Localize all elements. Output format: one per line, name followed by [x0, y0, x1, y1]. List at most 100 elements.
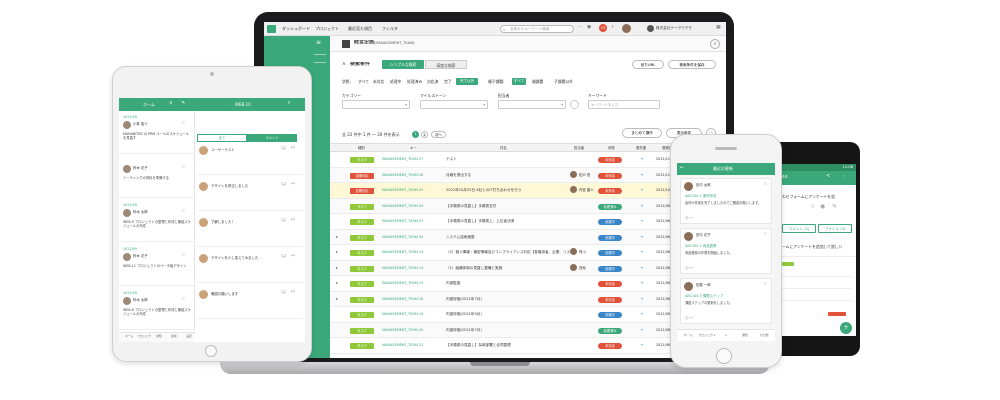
emoji-icon[interactable]: ☺ — [281, 290, 286, 295]
tablet-nav-2[interactable]: 通知 — [152, 334, 166, 339]
table-row[interactable]: タスク MANAGEMENT_TEAM-34 システム技術面整 処理中 → 2021/08… — [330, 229, 726, 245]
issue-key[interactable]: MANAGEMENT_TEAM-14 — [382, 266, 423, 271]
apps-grid-icon[interactable]: ▦ — [716, 25, 721, 30]
expand-chevron-icon[interactable]: ▸ — [336, 265, 338, 270]
table-row[interactable]: タスク MANAGEMENT_TEAM-20 内部評価(2021年7月) 処理済み → 2… — [330, 322, 726, 338]
user-avatar[interactable] — [622, 24, 631, 33]
update-card[interactable]: 佐藤 一郎 ☆ ABC100-3 課題ステップ 課題ステップの更新をしました。 ☺ ↩ — [680, 278, 772, 324]
table-row[interactable]: タスク MANAGEMENT_TEAM-21 【手順書の見直し】採用部署と合同整理 未… — [330, 338, 726, 354]
project-search-icon[interactable]: ⌕ — [710, 39, 720, 49]
share-url-button[interactable]: 絞りURL — [632, 60, 664, 69]
keyword-input[interactable]: キーワードを入力 — [588, 100, 660, 109]
tablet-nav-1[interactable]: プロジェクト — [137, 334, 151, 339]
issue-key[interactable]: MANAGEMENT_TEAM-24 — [382, 204, 423, 209]
page-next[interactable]: 次へ — [431, 131, 446, 138]
nav-recent[interactable]: 最近見た項目 — [348, 26, 372, 31]
nav-dashboard[interactable]: ダッシュボード — [282, 26, 310, 31]
tab-advanced-search[interactable]: 高度な検索 — [425, 60, 467, 69]
android-edit-icon[interactable]: ✎ — [832, 204, 837, 209]
notification-badge[interactable]: 15 — [599, 24, 607, 32]
issue-subject[interactable]: システム技術面整 — [446, 235, 570, 240]
reply-icon[interactable]: ↩ — [291, 254, 295, 259]
table-row[interactable]: タスク MANAGEMENT_TEAM-13 （2）個人情報・機密情報及びコンプライ… — [330, 245, 726, 261]
expand-chevron-icon[interactable]: ▸ — [336, 234, 338, 239]
update-card[interactable]: 田中 太郎 ☆ ABC100-1 素材作成 素材の作成を完了しましたのでご確認お願いし… — [680, 178, 772, 224]
table-row[interactable]: 定期対応 MANAGEMENT_TEAM-25 2021年10月25日 A社とのIT… — [330, 183, 726, 199]
issue-subject[interactable]: テスト — [446, 157, 570, 162]
issue-subject[interactable]: 月報を提出する — [446, 173, 570, 178]
status-opt-open[interactable]: 未対応 — [373, 79, 384, 84]
eye-icon[interactable]: ◉ — [587, 25, 591, 30]
issue-key[interactable]: MANAGEMENT_TEAM-20 — [382, 328, 423, 333]
save-search-button[interactable]: 検索条件を保存 — [668, 60, 716, 69]
issue-subject[interactable]: 内部監査 — [446, 281, 570, 286]
table-row[interactable]: タスク MANAGEMENT_TEAM-24 【手順書の見直し】手順書支付 処理済み →… — [330, 198, 726, 214]
update-card[interactable]: 田中 花子 ☆ ABC100-2 商品登録 商品登録の作業を開始しました。 ☺ ↩ — [680, 228, 772, 274]
issue-key[interactable]: MANAGEMENT_TEAM-21 — [382, 343, 423, 348]
star-icon[interactable]: ☆ — [763, 282, 767, 287]
issue-key[interactable]: MANAGEMENT_TEAM-13 — [382, 250, 423, 255]
nav-filter[interactable]: フィルタ — [382, 26, 398, 31]
tab-comments[interactable]: コメント — [247, 134, 297, 142]
card-key[interactable]: ABC100-3 課題ステップ — [685, 294, 723, 299]
status-opt-not-closed[interactable]: 完了以外 — [456, 78, 478, 85]
status-opt-resolved[interactable]: 処理済み — [407, 79, 422, 84]
table-row[interactable]: タスク MANAGEMENT_TEAM-27 テスト 未対応 → 2021/11/02 — [330, 152, 726, 168]
issue-subject[interactable]: 【手順書の見直し】手順書支付 — [446, 204, 570, 209]
iphone-nav-2[interactable]: + — [717, 333, 735, 338]
reply-icon[interactable]: ↩ — [291, 218, 295, 223]
reply-icon[interactable]: ↩ — [291, 290, 295, 295]
issue-subject[interactable]: 内部評価(2021年7月) — [446, 328, 570, 333]
status-opt-closed[interactable]: 完了 — [444, 79, 452, 84]
tablet-home-button[interactable] — [205, 345, 217, 357]
back-arrow-icon[interactable]: ← — [680, 166, 684, 171]
issue-key[interactable]: MANAGEMENT_TEAM-15 — [382, 281, 423, 286]
filter-milestone-select[interactable]: ▾ — [420, 100, 488, 109]
filter-category-select[interactable]: ▾ — [342, 100, 410, 109]
status-opt-all[interactable]: すべて — [358, 79, 369, 84]
col-type[interactable]: 種別 — [358, 146, 365, 151]
share-icon[interactable]: ⇪ — [287, 101, 291, 106]
reply-icon[interactable]: ↩ — [291, 146, 295, 151]
filter-assignee-select[interactable]: ▾ — [498, 100, 566, 109]
parent-opt-child[interactable]: 子課題以外 — [554, 79, 573, 84]
company-name[interactable]: 株式会社テーラワデモ — [656, 26, 692, 31]
issue-subject[interactable]: 【手順書の見直し】手順書上、上位者決済 — [446, 219, 570, 224]
iphone-nav-1[interactable]: プロジェクト — [698, 333, 716, 338]
menu-icon[interactable]: ≡ — [316, 40, 321, 45]
android-comment-button[interactable]: コメント (2) — [782, 224, 816, 233]
issue-subject[interactable]: 2021年10月25日 A社とのIT打ち合わせを行う — [446, 188, 570, 193]
expand-chevron-icon[interactable]: ▸ — [336, 280, 338, 285]
table-row[interactable]: タスク MANAGEMENT_TEAM-23 【手順書の見直し】手順書上、上位者決済… — [330, 214, 726, 230]
android-star-icon[interactable]: ☆ — [810, 204, 815, 209]
table-row[interactable]: タスク MANAGEMENT_TEAM-14 （1）組織体制の見直し整備と実施 西地 処… — [330, 260, 726, 276]
col-priority[interactable]: 優先度 — [636, 146, 646, 151]
table-row[interactable]: タスクMANAGEMENT_TEAM-15内部監査未対応→2021/08/202… — [330, 276, 726, 292]
star-icon[interactable]: ☆ — [181, 121, 185, 126]
issue-subject[interactable]: 内部評価(2021年9月) — [446, 312, 570, 317]
star-icon[interactable]: ☆ — [181, 297, 185, 302]
iphone-nav-3[interactable]: 通知 — [736, 333, 754, 338]
emoji-icon[interactable]: ☺ — [281, 146, 286, 151]
status-opt-inprogress[interactable]: 処理中 — [390, 79, 401, 84]
collapse-chevron-icon[interactable]: ∧ — [342, 62, 346, 67]
issue-key[interactable]: MANAGEMENT_TEAM-26 — [382, 173, 423, 178]
tab-simple-search[interactable]: シンプルな検索 — [382, 60, 424, 69]
android-file-button[interactable]: ファイル (0) — [818, 224, 852, 233]
star-icon[interactable]: ☆ — [763, 232, 767, 237]
card-key[interactable]: ABC100-1 素材作成 — [685, 194, 716, 199]
col-status[interactable]: 状態 — [608, 146, 615, 151]
star-icon[interactable]: ☆ — [181, 165, 185, 170]
emoji-icon[interactable]: ☺ — [281, 218, 286, 223]
app-logo-icon[interactable] — [267, 25, 276, 33]
nav-projects[interactable]: プロジェクト — [315, 26, 339, 31]
issue-subject[interactable]: 【手順書の見直し】採用部署と合同整理 — [446, 343, 570, 348]
expand-chevron-icon[interactable]: ▸ — [336, 296, 338, 301]
tablet-nav-0[interactable]: ホーム — [122, 334, 136, 339]
tab-all[interactable]: 全て — [197, 134, 247, 142]
col-subject[interactable]: 件名 — [500, 146, 507, 151]
bulk-action-button[interactable]: まとめて操作 — [622, 128, 662, 138]
emoji-icon[interactable]: ☺ — [281, 254, 286, 259]
issue-subject[interactable]: 内部評価(2021年7月) — [446, 297, 570, 302]
table-row[interactable]: 定期対応 MANAGEMENT_TEAM-26 月報を提出する 松戸 悠未対応 → 202… — [330, 167, 726, 183]
